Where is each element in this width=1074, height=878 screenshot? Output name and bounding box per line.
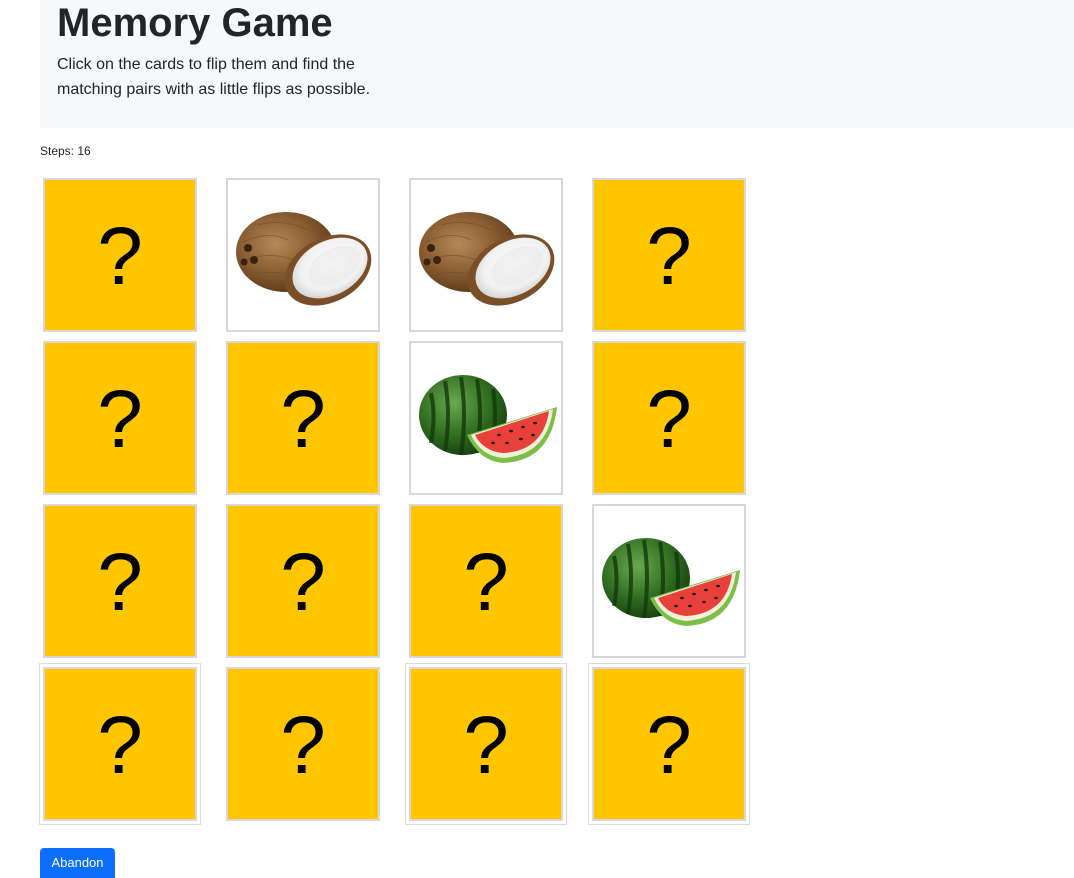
watermelon-card[interactable] xyxy=(592,504,746,658)
abandon-button[interactable]: Abandon xyxy=(40,848,115,878)
question-mark-icon: ? xyxy=(228,669,378,819)
question-mark-icon: ? xyxy=(45,669,195,819)
card-grid: ? ? ? ? ? ? ? ? ? ? ? ? xyxy=(40,175,760,835)
page-title: Memory Game xyxy=(57,1,333,45)
hidden-card[interactable]: ? xyxy=(409,504,563,658)
question-mark-icon: ? xyxy=(45,180,195,330)
instructions-text: Click on the cards to flip them and find… xyxy=(57,56,371,98)
question-mark-icon: ? xyxy=(594,180,744,330)
question-mark-icon: ? xyxy=(411,506,561,656)
coconut-card[interactable] xyxy=(409,178,563,332)
hidden-card[interactable]: ? xyxy=(592,178,746,332)
hidden-card[interactable]: ? xyxy=(43,341,197,495)
coconut-image xyxy=(228,180,378,330)
hidden-card[interactable]: ? xyxy=(409,667,563,821)
coconut-illustration xyxy=(236,212,372,306)
watermelon-illustration xyxy=(602,538,740,626)
hidden-card[interactable]: ? xyxy=(43,667,197,821)
hidden-card[interactable]: ? xyxy=(43,178,197,332)
hidden-card[interactable]: ? xyxy=(43,504,197,658)
coconut-image xyxy=(411,180,561,330)
question-mark-icon: ? xyxy=(594,343,744,493)
watermelon-illustration xyxy=(419,375,557,463)
steps-counter: Steps: 16 xyxy=(40,144,91,158)
question-mark-icon: ? xyxy=(411,669,561,819)
question-mark-icon: ? xyxy=(45,506,195,656)
question-mark-icon: ? xyxy=(228,343,378,493)
watermelon-image xyxy=(594,506,744,656)
hidden-card[interactable]: ? xyxy=(592,667,746,821)
hidden-card[interactable]: ? xyxy=(226,341,380,495)
hidden-card[interactable]: ? xyxy=(226,504,380,658)
question-mark-icon: ? xyxy=(45,343,195,493)
watermelon-card[interactable] xyxy=(409,341,563,495)
question-mark-icon: ? xyxy=(228,506,378,656)
question-mark-icon: ? xyxy=(594,669,744,819)
watermelon-image xyxy=(411,343,561,493)
hidden-card[interactable]: ? xyxy=(592,341,746,495)
coconut-card[interactable] xyxy=(226,178,380,332)
hidden-card[interactable]: ? xyxy=(226,667,380,821)
coconut-illustration xyxy=(419,212,555,306)
